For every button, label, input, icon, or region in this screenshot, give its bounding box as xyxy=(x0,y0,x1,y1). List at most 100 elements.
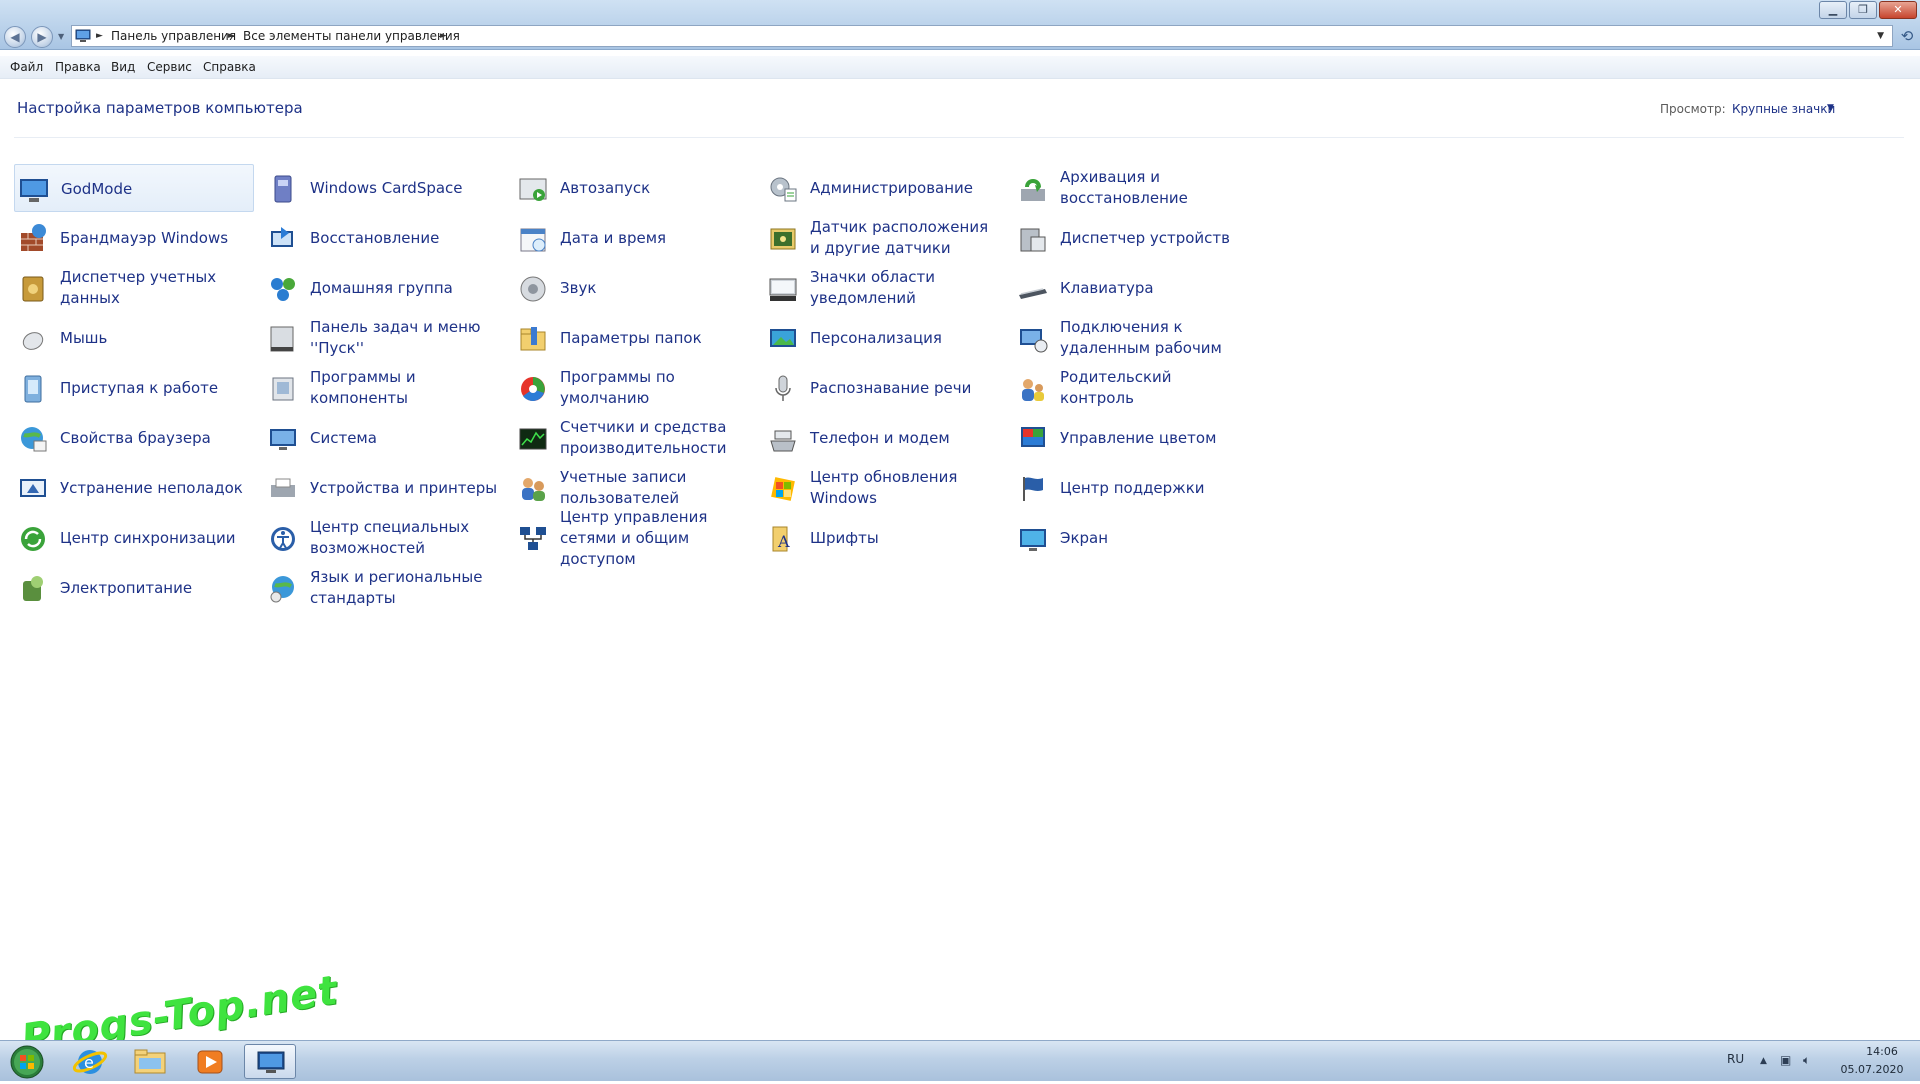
control-panel-taskbar-button[interactable] xyxy=(244,1044,296,1079)
control-panel-item[interactable]: Домашняя группа xyxy=(264,264,504,312)
control-panel-item-label[interactable]: Диспетчер учетных данных xyxy=(60,264,250,312)
address-dropdown[interactable]: ▼ xyxy=(1877,26,1884,46)
control-panel-item-label[interactable]: Датчик расположения и другие датчики xyxy=(810,214,1000,262)
control-panel-item-label[interactable]: Параметры папок xyxy=(560,314,750,362)
control-panel-item[interactable]: Центр специальных возможностей xyxy=(264,514,504,562)
control-panel-item[interactable]: Администрирование xyxy=(764,164,1004,212)
control-panel-item[interactable]: Мышь xyxy=(14,314,254,362)
control-panel-item-label[interactable]: Мышь xyxy=(60,314,250,362)
control-panel-item-label[interactable]: GodMode xyxy=(61,165,251,213)
menu-file[interactable]: Файл xyxy=(10,60,43,74)
control-panel-item[interactable]: Управление цветом xyxy=(1014,414,1254,462)
control-panel-item-label[interactable]: Архивация и восстановление xyxy=(1060,164,1250,212)
control-panel-item[interactable]: Устройства и принтеры xyxy=(264,464,504,512)
control-panel-item-label[interactable]: Дата и время xyxy=(560,214,750,262)
control-panel-item[interactable]: Диспетчер учетных данных xyxy=(14,264,254,312)
control-panel-item-label[interactable]: Устранение неполадок xyxy=(60,464,250,512)
control-panel-item-label[interactable]: Электропитание xyxy=(60,564,250,612)
control-panel-item-label[interactable]: Подключения к удаленным рабочим xyxy=(1060,314,1250,362)
control-panel-item-label[interactable]: Домашняя группа xyxy=(310,264,500,312)
control-panel-item[interactable]: Дата и время xyxy=(514,214,754,262)
control-panel-item[interactable]: Windows CardSpace xyxy=(264,164,504,212)
control-panel-item[interactable]: Архивация и восстановление xyxy=(1014,164,1254,212)
control-panel-item-label[interactable]: Приступая к работе xyxy=(60,364,250,412)
network-icon[interactable]: ▣ xyxy=(1780,1053,1791,1067)
menu-edit[interactable]: Правка xyxy=(55,60,101,74)
control-panel-item-label[interactable]: Устройства и принтеры xyxy=(310,464,500,512)
breadcrumb-control-panel[interactable]: Панель управления xyxy=(111,26,236,46)
control-panel-item[interactable]: Счетчики и средства производительности xyxy=(514,414,754,462)
control-panel-item-label[interactable]: Центр синхронизации xyxy=(60,514,250,562)
language-indicator[interactable]: RU xyxy=(1727,1052,1744,1066)
control-panel-item-label[interactable]: Клавиатура xyxy=(1060,264,1250,312)
control-panel-item[interactable]: Распознавание речи xyxy=(764,364,1004,412)
control-panel-item-label[interactable]: Автозапуск xyxy=(560,164,750,212)
control-panel-item[interactable]: Учетные записи пользователей xyxy=(514,464,754,512)
control-panel-item[interactable]: Автозапуск xyxy=(514,164,754,212)
control-panel-item[interactable]: Панель задач и меню ''Пуск'' xyxy=(264,314,504,362)
restore-button[interactable]: ❐ xyxy=(1849,1,1877,19)
recent-pages-dropdown[interactable]: ▼ xyxy=(58,32,64,41)
control-panel-item-label[interactable]: Счетчики и средства производительности xyxy=(560,414,750,462)
control-panel-item-label[interactable]: Язык и региональные стандарты xyxy=(310,564,500,612)
control-panel-item-label[interactable]: Центр управления сетями и общим доступом xyxy=(560,508,750,568)
control-panel-item-label[interactable]: Шрифты xyxy=(810,514,1000,562)
control-panel-item-label[interactable]: Система xyxy=(310,414,500,462)
control-panel-item[interactable]: Электропитание xyxy=(14,564,254,612)
chevron-down-icon[interactable]: ▼ xyxy=(1827,103,1834,113)
control-panel-item-label[interactable]: Программы по умолчанию xyxy=(560,364,750,412)
control-panel-item[interactable]: A Шрифты xyxy=(764,514,1004,562)
control-panel-item-label[interactable]: Диспетчер устройств xyxy=(1060,214,1250,262)
control-panel-item-label[interactable]: Значки области уведомлений xyxy=(810,264,1000,312)
control-panel-item-label[interactable]: Брандмауэр Windows xyxy=(60,214,250,262)
control-panel-item[interactable]: Экран xyxy=(1014,514,1254,562)
breadcrumb-separator[interactable]: ► xyxy=(96,26,103,46)
control-panel-item-label[interactable]: Программы и компоненты xyxy=(310,364,500,412)
control-panel-item-label[interactable]: Телефон и модем xyxy=(810,414,1000,462)
control-panel-item[interactable]: Брандмауэр Windows xyxy=(14,214,254,262)
control-panel-item-label[interactable]: Центр обновления Windows xyxy=(810,464,1000,512)
control-panel-item[interactable]: Значки области уведомлений xyxy=(764,264,1004,312)
control-panel-item[interactable]: Программы и компоненты xyxy=(264,364,504,412)
control-panel-item-label[interactable]: Восстановление xyxy=(310,214,500,262)
control-panel-item-label[interactable]: Свойства браузера xyxy=(60,414,250,462)
breadcrumb-separator[interactable]: ► xyxy=(228,26,235,46)
control-panel-item-label[interactable]: Звук xyxy=(560,264,750,312)
control-panel-item[interactable]: Язык и региональные стандарты xyxy=(264,564,504,612)
media-player-icon[interactable] xyxy=(184,1044,236,1079)
close-button[interactable]: ✕ xyxy=(1879,1,1917,19)
control-panel-item-label[interactable]: Центр специальных возможностей xyxy=(310,514,500,562)
control-panel-item[interactable]: Система xyxy=(264,414,504,462)
menu-help[interactable]: Справка xyxy=(203,60,256,74)
show-hidden-icons[interactable]: ▲ xyxy=(1760,1056,1767,1066)
control-panel-item[interactable]: Устранение неполадок xyxy=(14,464,254,512)
internet-explorer-icon[interactable]: e xyxy=(64,1044,116,1079)
menu-view[interactable]: Вид xyxy=(111,60,135,74)
address-box[interactable]: ► Панель управления ► Все элементы панел… xyxy=(71,25,1893,47)
control-panel-item[interactable]: Звук xyxy=(514,264,754,312)
view-mode-link[interactable]: Крупные значки xyxy=(1732,102,1835,116)
breadcrumb-separator[interactable]: ► xyxy=(440,26,447,46)
control-panel-item[interactable]: Свойства браузера xyxy=(14,414,254,462)
control-panel-item[interactable]: Параметры папок xyxy=(514,314,754,362)
control-panel-item[interactable]: Восстановление xyxy=(264,214,504,262)
clock-time[interactable]: 14:06 xyxy=(1852,1045,1912,1058)
control-panel-item[interactable]: Датчик расположения и другие датчики xyxy=(764,214,1004,262)
control-panel-item-label[interactable]: Учетные записи пользователей xyxy=(560,464,750,512)
control-panel-item-label[interactable]: Администрирование xyxy=(810,164,1000,212)
control-panel-item-label[interactable]: Родительский контроль xyxy=(1060,364,1250,412)
explorer-icon[interactable] xyxy=(124,1044,176,1079)
control-panel-item[interactable]: Диспетчер устройств xyxy=(1014,214,1254,262)
breadcrumb-all-items[interactable]: Все элементы панели управления xyxy=(243,26,460,46)
control-panel-item[interactable]: Программы по умолчанию xyxy=(514,364,754,412)
menu-tools[interactable]: Сервис xyxy=(147,60,192,74)
control-panel-item[interactable]: Клавиатура xyxy=(1014,264,1254,312)
back-button[interactable]: ◀ xyxy=(4,26,26,48)
control-panel-item[interactable]: Подключения к удаленным рабочим xyxy=(1014,314,1254,362)
control-panel-item-label[interactable]: Экран xyxy=(1060,514,1250,562)
control-panel-item[interactable]: Приступая к работе xyxy=(14,364,254,412)
control-panel-item[interactable]: Центр поддержки xyxy=(1014,464,1254,512)
control-panel-item-label[interactable]: Панель задач и меню ''Пуск'' xyxy=(310,314,500,362)
forward-button[interactable]: ▶ xyxy=(31,26,53,48)
refresh-icon[interactable]: ⟲ xyxy=(1896,25,1918,47)
